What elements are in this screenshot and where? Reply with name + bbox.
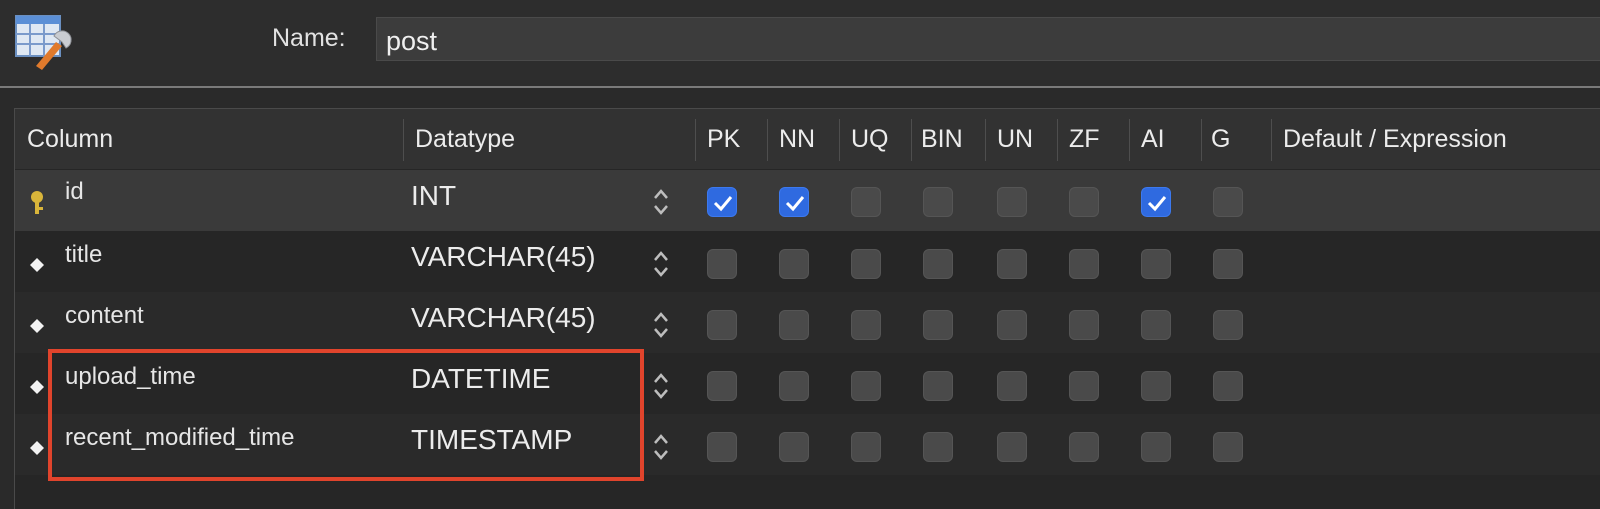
datatype-stepper-icon[interactable] [651, 309, 671, 341]
column-diamond-icon [30, 319, 44, 333]
column-header[interactable]: Column [27, 109, 113, 169]
table-row[interactable]: content VARCHAR(45) [15, 292, 1600, 353]
column-name[interactable]: title [65, 241, 102, 269]
uq-checkbox[interactable] [851, 310, 881, 340]
ai-checkbox[interactable] [1141, 432, 1171, 462]
column-diamond-icon [30, 258, 44, 272]
pk-checkbox[interactable] [707, 310, 737, 340]
uq-checkbox[interactable] [851, 249, 881, 279]
un-checkbox[interactable] [997, 371, 1027, 401]
g-checkbox[interactable] [1213, 432, 1243, 462]
bin-checkbox[interactable] [923, 187, 953, 217]
pk-checkbox[interactable] [707, 432, 737, 462]
datatype-stepper-icon[interactable] [651, 248, 671, 280]
table-settings-icon [14, 12, 74, 72]
column-diamond-icon [30, 441, 44, 455]
g-checkbox[interactable] [1213, 249, 1243, 279]
bin-header[interactable]: BIN [921, 109, 963, 169]
pk-checkbox[interactable] [707, 187, 737, 217]
column-name[interactable]: id [65, 178, 84, 206]
table-row[interactable]: recent_modified_time TIMESTAMP [15, 414, 1600, 475]
pk-header[interactable]: PK [707, 109, 740, 169]
uq-checkbox[interactable] [851, 371, 881, 401]
datatype-stepper-icon[interactable] [651, 186, 671, 218]
un-checkbox[interactable] [997, 310, 1027, 340]
column-datatype[interactable]: VARCHAR(45) [411, 241, 596, 273]
bin-checkbox[interactable] [923, 310, 953, 340]
table-row[interactable]: id INT [15, 170, 1600, 231]
table-row[interactable]: upload_time DATETIME [15, 353, 1600, 414]
table-row[interactable]: title VARCHAR(45) [15, 231, 1600, 292]
un-checkbox[interactable] [997, 432, 1027, 462]
pk-checkbox[interactable] [707, 249, 737, 279]
uq-header[interactable]: UQ [851, 109, 889, 169]
uq-checkbox[interactable] [851, 432, 881, 462]
zf-checkbox[interactable] [1069, 432, 1099, 462]
nn-checkbox[interactable] [779, 371, 809, 401]
grid-header: Column Datatype PK NN UQ BIN UN ZF AI G … [15, 109, 1600, 169]
column-datatype[interactable]: INT [411, 180, 456, 212]
column-diamond-icon [30, 380, 44, 394]
un-header[interactable]: UN [997, 109, 1033, 169]
column-name[interactable]: recent_modified_time [65, 424, 294, 452]
g-header[interactable]: G [1211, 109, 1230, 169]
ai-header[interactable]: AI [1141, 109, 1165, 169]
ai-checkbox[interactable] [1141, 249, 1171, 279]
column-datatype[interactable]: DATETIME [411, 363, 550, 395]
bin-checkbox[interactable] [923, 249, 953, 279]
column-datatype[interactable]: TIMESTAMP [411, 424, 572, 456]
zf-checkbox[interactable] [1069, 249, 1099, 279]
datatype-stepper-icon[interactable] [651, 370, 671, 402]
zf-checkbox[interactable] [1069, 187, 1099, 217]
column-name[interactable]: content [65, 302, 144, 330]
primary-key-icon [31, 191, 43, 214]
uq-checkbox[interactable] [851, 187, 881, 217]
name-label: Name: [272, 24, 346, 52]
ai-checkbox[interactable] [1141, 371, 1171, 401]
columns-grid: Column Datatype PK NN UQ BIN UN ZF AI G … [14, 108, 1600, 509]
nn-checkbox[interactable] [779, 187, 809, 217]
g-checkbox[interactable] [1213, 187, 1243, 217]
nn-checkbox[interactable] [779, 249, 809, 279]
un-checkbox[interactable] [997, 187, 1027, 217]
g-checkbox[interactable] [1213, 310, 1243, 340]
table-editor-header: Name: post [0, 0, 1600, 88]
default-expression-header[interactable]: Default / Expression [1283, 109, 1507, 169]
un-checkbox[interactable] [997, 249, 1027, 279]
ai-checkbox[interactable] [1141, 310, 1171, 340]
column-datatype[interactable]: VARCHAR(45) [411, 302, 596, 334]
zf-checkbox[interactable] [1069, 371, 1099, 401]
column-name[interactable]: upload_time [65, 363, 196, 391]
zf-header[interactable]: ZF [1069, 109, 1100, 169]
ai-checkbox[interactable] [1141, 187, 1171, 217]
bin-checkbox[interactable] [923, 371, 953, 401]
zf-checkbox[interactable] [1069, 310, 1099, 340]
nn-header[interactable]: NN [779, 109, 815, 169]
bin-checkbox[interactable] [923, 432, 953, 462]
datatype-stepper-icon[interactable] [651, 431, 671, 463]
pk-checkbox[interactable] [707, 371, 737, 401]
g-checkbox[interactable] [1213, 371, 1243, 401]
datatype-header[interactable]: Datatype [415, 109, 515, 169]
nn-checkbox[interactable] [779, 432, 809, 462]
table-name-input[interactable]: post [376, 17, 1600, 61]
nn-checkbox[interactable] [779, 310, 809, 340]
